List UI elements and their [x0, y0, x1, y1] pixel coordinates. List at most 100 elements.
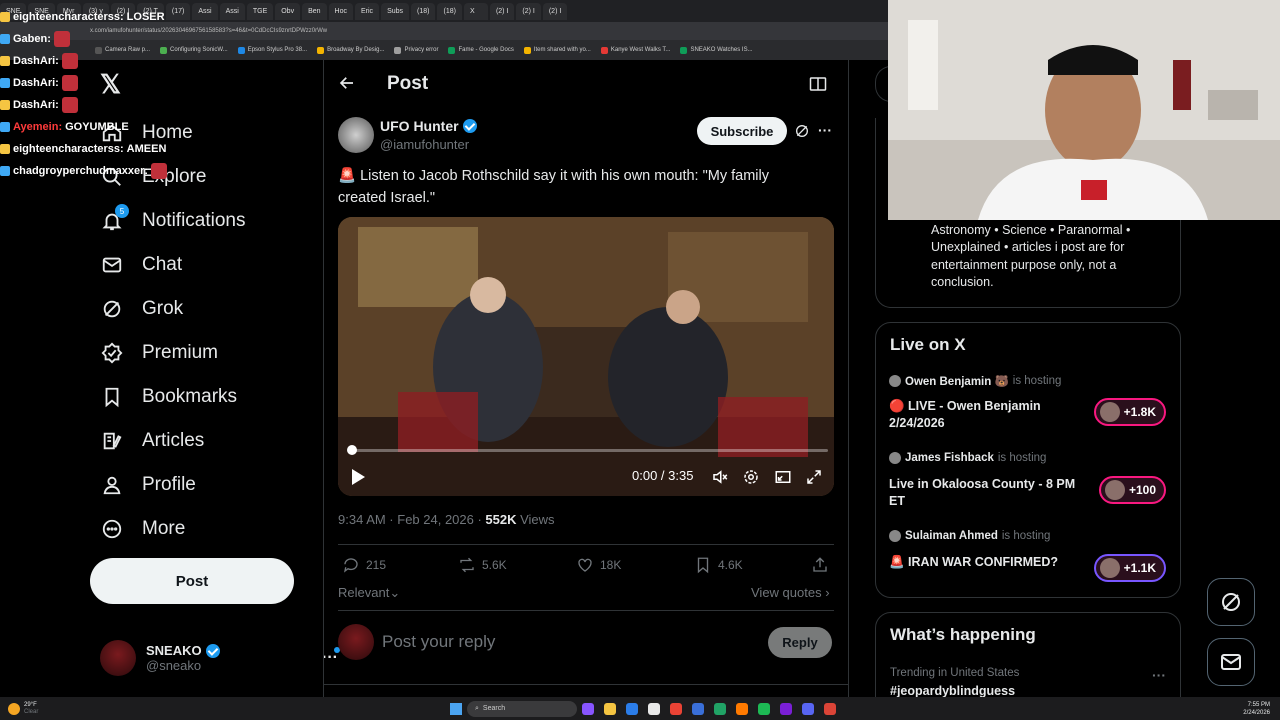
bookmark-label: SNEAKO Watches IS...: [690, 47, 753, 53]
play-icon[interactable]: [350, 468, 366, 486]
reply-button[interactable]: Reply: [768, 627, 832, 658]
spotify-icon[interactable]: [758, 702, 770, 715]
account-switcher[interactable]: SNEAKO @sneako ···: [100, 638, 340, 678]
sidebar-item-premium[interactable]: Premium: [100, 333, 218, 373]
sidebar-item-grok[interactable]: Grok: [100, 289, 183, 329]
happening-title: What’s happening: [890, 625, 1036, 644]
like-action[interactable]: 18K: [576, 556, 621, 574]
settings-gear-icon[interactable]: [742, 468, 760, 486]
back-arrow-icon[interactable]: [338, 74, 356, 92]
app-icon[interactable]: [780, 702, 792, 715]
sidebar-item-chat[interactable]: Chat: [100, 245, 182, 285]
folder-icon[interactable]: [604, 702, 616, 715]
verified-badge-icon: [462, 119, 477, 133]
sidebar-item-more[interactable]: More: [100, 509, 185, 549]
sidebar-item-articles[interactable]: Articles: [100, 421, 204, 461]
person-icon: [100, 473, 124, 497]
browser-tab[interactable]: TGE: [246, 3, 274, 20]
edge-icon[interactable]: [626, 702, 638, 715]
grok-icon[interactable]: [794, 123, 810, 139]
reply-input[interactable]: Post your reply: [382, 632, 495, 652]
video-scrubber[interactable]: [352, 449, 828, 452]
more-options-icon[interactable]: ···: [818, 122, 832, 138]
live-title: 🚨 IRAN WAR CONFIRMED?: [889, 555, 1059, 569]
live-space-item[interactable]: James Fishback is hosting Live in Okaloosa…: [889, 452, 1169, 516]
browser-tab[interactable]: (18): [411, 3, 436, 20]
video-time: 0:00 / 3:35: [632, 468, 694, 483]
view-quotes-link[interactable]: View quotes ›: [751, 585, 830, 600]
divider: [338, 610, 834, 611]
chrome-icon[interactable]: [670, 702, 682, 715]
weather-widget[interactable]: 29°F Clear: [0, 702, 90, 716]
sidebar-item-bookmarks[interactable]: Bookmarks: [100, 377, 237, 417]
taskbar-search[interactable]: ⌕ Search: [467, 700, 577, 717]
repost-icon: [460, 557, 474, 573]
messages-fab[interactable]: [1207, 638, 1255, 686]
reader-mode-icon[interactable]: [809, 76, 827, 92]
chat-text: GOYUMBLE: [65, 121, 129, 133]
bookmark-label: Privacy error: [404, 47, 439, 53]
sort-dropdown[interactable]: Relevant⌄: [338, 585, 400, 601]
author-name-row[interactable]: UFO Hunter: [380, 118, 477, 134]
trend-name[interactable]: #jeopardyblindguess: [890, 684, 1015, 698]
taskbar-clock[interactable]: 7:55 PM 2/24/2026: [1243, 701, 1280, 717]
sidebar-item-notifications[interactable]: 5 Notifications: [100, 201, 246, 241]
browser-tab[interactable]: Subs: [381, 3, 410, 20]
browser-tab[interactable]: X: [463, 3, 488, 20]
bookmark-item[interactable]: Fame - Google Docs: [448, 46, 514, 54]
app-icon[interactable]: [582, 702, 594, 715]
browser-tab[interactable]: (2) I: [542, 3, 568, 20]
trend-context: Trending in United States: [890, 667, 1020, 679]
chat-badge-icon: [0, 34, 10, 44]
sidebar-item-profile[interactable]: Profile: [100, 465, 196, 505]
subscribe-button[interactable]: Subscribe: [697, 117, 787, 145]
bookmark-icon: [697, 557, 709, 574]
grok-fab[interactable]: [1207, 578, 1255, 626]
bookmark-item[interactable]: Privacy error: [394, 46, 439, 54]
bookmark-item[interactable]: Epson Stylus Pro 38...: [237, 46, 307, 54]
browser-tab[interactable]: (2) I: [516, 3, 541, 20]
browser-tab-label: Obv: [281, 8, 295, 15]
listener-pill[interactable]: +1.8K: [1093, 398, 1166, 426]
bookmark-item[interactable]: Broadway By Desig...: [317, 46, 384, 54]
browser-tab[interactable]: Obv: [275, 3, 301, 20]
browser-tab[interactable]: Eric: [355, 3, 380, 20]
volume-icon[interactable]: [711, 468, 729, 486]
bookmark-item[interactable]: Item shared with yo...: [523, 46, 591, 54]
post-button[interactable]: Post: [90, 558, 294, 604]
windows-start-icon[interactable]: [450, 702, 462, 715]
live-space-item[interactable]: Sulaiman Ahmed is hosting 🚨 IRAN WAR CONFI…: [889, 530, 1169, 594]
picture-in-picture-icon[interactable]: [774, 468, 792, 486]
bookmark-item[interactable]: SNEAKO Watches IS...: [680, 46, 753, 54]
trend-more-icon[interactable]: ···: [1152, 667, 1166, 683]
app-icon[interactable]: [648, 702, 660, 715]
reply-action[interactable]: 215: [342, 556, 386, 574]
sidebar-item-label: Grok: [142, 298, 184, 319]
browser-tab[interactable]: Assi: [219, 3, 245, 20]
author-avatar[interactable]: [338, 117, 374, 153]
app-icon[interactable]: [736, 702, 748, 715]
browser-tab-label: TGE: [252, 8, 268, 15]
listener-pill[interactable]: +1.1K: [1093, 554, 1166, 582]
video-player[interactable]: 0:00 / 3:35: [338, 217, 834, 496]
app-icon[interactable]: [692, 702, 704, 715]
scrubber-handle[interactable]: [347, 445, 357, 455]
bookmark-label: Kanye West Walks T...: [610, 47, 671, 53]
host-avatar: [889, 452, 901, 464]
bookmark-item[interactable]: Kanye West Walks T...: [600, 46, 671, 54]
share-action[interactable]: [811, 556, 829, 574]
bookmark-action[interactable]: 4.6K: [694, 556, 743, 574]
discord-icon[interactable]: [802, 702, 814, 715]
excel-icon[interactable]: [714, 702, 726, 715]
browser-tab[interactable]: Hoc: [328, 3, 353, 20]
browser-tab[interactable]: Ben: [302, 3, 327, 20]
chrome-icon[interactable]: [824, 702, 836, 715]
repost-action[interactable]: 5.6K: [458, 556, 507, 574]
browser-tab[interactable]: (18): [437, 3, 462, 20]
tweet-timestamp[interactable]: 9:34 AM · Feb 24, 2026 ·: [338, 512, 485, 527]
live-space-item[interactable]: Owen Benjamin 🐻 is hosting 🔴 LIVE - Owen B…: [889, 374, 1169, 438]
fullscreen-icon[interactable]: [805, 468, 823, 486]
search-icon: ⌕: [475, 704, 479, 712]
browser-tab[interactable]: (2) I: [489, 3, 515, 20]
listener-pill[interactable]: +100: [1098, 476, 1166, 504]
